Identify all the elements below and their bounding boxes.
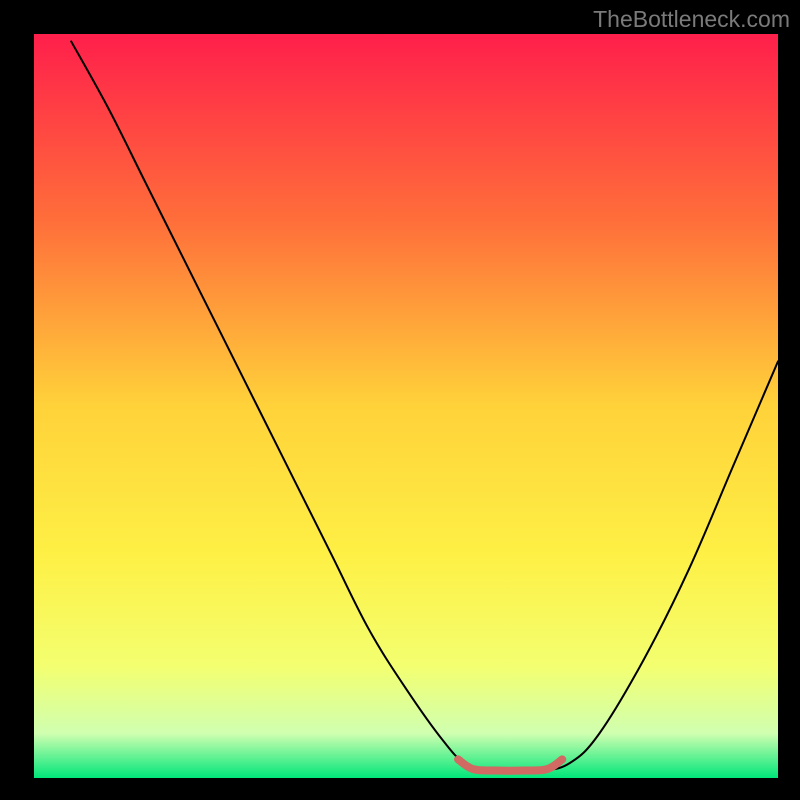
chart-container: TheBottleneck.com: [0, 0, 800, 800]
watermark-text: TheBottleneck.com: [593, 6, 790, 33]
plot-area: [34, 34, 778, 778]
gradient-background: [34, 34, 778, 778]
chart-svg: [34, 34, 778, 778]
